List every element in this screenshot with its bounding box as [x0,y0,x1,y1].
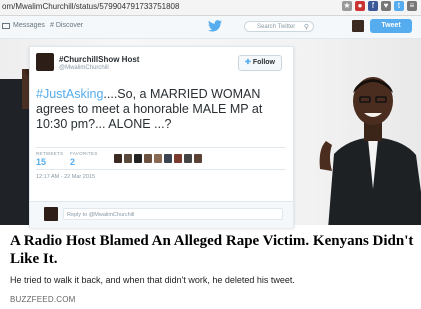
article-headline[interactable]: A Radio Host Blamed An Alleged Rape Vict… [10,232,415,268]
reply-input[interactable]: Reply to @MwalimChurchill [63,208,283,220]
favorites-label: FAVORITES [70,151,98,156]
tweet-button[interactable]: Tweet [370,19,412,33]
reply-avatar [44,207,58,221]
facebook-icon[interactable]: f [368,1,378,11]
messages-label: Messages [13,22,45,29]
menu-icon[interactable]: ≡ [407,1,417,11]
avatar[interactable] [134,154,142,163]
avatar[interactable] [144,154,152,163]
tweet-button-label: Tweet [381,22,401,29]
star-icon[interactable]: ★ [342,1,352,11]
browser-address-bar[interactable]: om/MwalimChurchill/status/57990479173375… [0,0,421,16]
url-text[interactable]: om/MwalimChurchill/status/57990479173375… [2,2,179,11]
tweet-card[interactable]: #ChurchillShow Host @MwalimChurchill ✚ F… [29,46,294,228]
follow-button[interactable]: ✚ Follow [238,55,282,71]
twitter-navbar: Messages # Discover Search Twitter ⚲ Twe… [0,16,421,39]
tweet-author-handle[interactable]: @MwalimChurchill [59,65,109,71]
article-source[interactable]: BUZZFEED.COM [10,295,76,304]
tweet-hashtag[interactable]: #JustAsking [36,87,103,101]
tweet-timestamp[interactable]: 12:17 AM - 22 Mar 2015 [36,174,95,180]
user-avatar[interactable] [352,20,364,32]
avatar[interactable] [124,154,132,163]
tweet-body: #JustAsking....So, a MARRIED WOMAN agree… [36,87,286,132]
article-dek: He tried to walk it back, and when that … [10,275,295,285]
heart-icon[interactable]: ♥ [381,1,391,11]
avatar[interactable] [194,154,202,163]
twitter-bird-icon[interactable] [208,20,222,32]
browser-extension-icons: ★ ● f ♥ t ≡ [342,1,417,11]
person-right-illustration [319,77,421,225]
twitter-icon[interactable]: t [394,1,404,11]
search-placeholder: Search Twitter [257,24,296,30]
avatar[interactable] [184,154,192,163]
nav-messages[interactable]: Messages [2,22,45,29]
avatar[interactable] [164,154,172,163]
avatar[interactable] [154,154,162,163]
avatar[interactable] [174,154,182,163]
tweet-author-avatar[interactable] [36,53,54,71]
retweets-label: RETWEETS [36,151,64,156]
reply-box: Reply to @MwalimChurchill [30,201,293,228]
tweet-author-name[interactable]: #ChurchillShow Host [59,55,139,64]
favorites-count[interactable]: 2 [70,157,75,167]
nav-discover[interactable]: # Discover [50,22,83,29]
stats-divider-bottom [36,169,286,170]
follow-label: Follow [252,59,275,66]
search-input[interactable]: Search Twitter ⚲ [244,21,314,32]
search-icon: ⚲ [303,24,309,31]
avatar[interactable] [114,154,122,163]
envelope-icon [2,22,10,29]
extension-icon[interactable]: ● [355,1,365,11]
follow-icon: ✚ [245,59,251,66]
favoriters-avatars [114,154,202,163]
stats-divider-top [36,147,286,148]
retweets-count[interactable]: 15 [36,157,46,167]
discover-label: # Discover [50,22,84,29]
